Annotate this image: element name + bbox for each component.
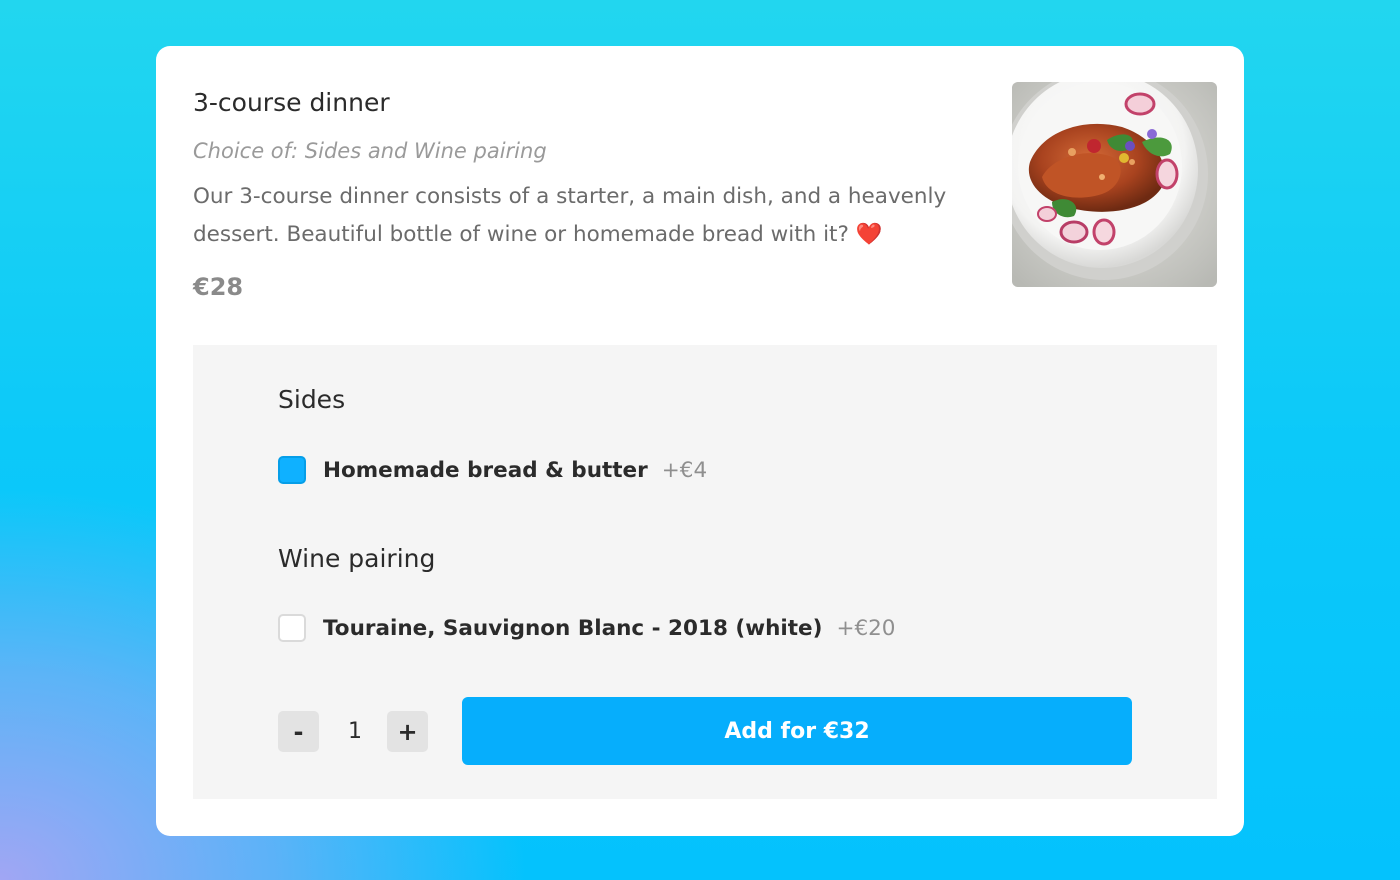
decrement-button[interactable]: - bbox=[278, 711, 319, 752]
quantity-value: 1 bbox=[348, 719, 362, 744]
options-panel: Sides Homemade bread & butter +€4 Wine p… bbox=[193, 345, 1217, 799]
side-option-bread[interactable]: Homemade bread & butter +€4 bbox=[278, 455, 707, 485]
bread-checkbox[interactable] bbox=[278, 456, 306, 484]
side-option-label: Homemade bread & butter bbox=[323, 457, 648, 483]
product-subtitle: Choice of: Sides and Wine pairing bbox=[193, 139, 547, 163]
side-option-price: +€4 bbox=[661, 457, 708, 483]
product-card: 3-course dinner Choice of: Sides and Win… bbox=[156, 46, 1244, 836]
wine-group-title: Wine pairing bbox=[278, 544, 436, 573]
wine-option-touraine[interactable]: Touraine, Sauvignon Blanc - 2018 (white)… bbox=[278, 613, 896, 643]
wine-option-label: Touraine, Sauvignon Blanc - 2018 (white) bbox=[323, 615, 823, 641]
description-text: Our 3-course dinner consists of a starte… bbox=[193, 184, 947, 247]
add-to-order-button[interactable]: Add for €32 bbox=[462, 697, 1132, 765]
dish-photo bbox=[1012, 82, 1217, 287]
product-price: €28 bbox=[193, 273, 244, 301]
heart-emoji: ❤️ bbox=[855, 222, 883, 247]
sides-group-title: Sides bbox=[278, 385, 346, 414]
product-description: Our 3-course dinner consists of a starte… bbox=[193, 178, 983, 254]
wine-option-price: +€20 bbox=[836, 615, 896, 641]
product-title: 3-course dinner bbox=[193, 88, 390, 117]
increment-button[interactable]: + bbox=[387, 711, 428, 752]
wine-checkbox[interactable] bbox=[278, 614, 306, 642]
